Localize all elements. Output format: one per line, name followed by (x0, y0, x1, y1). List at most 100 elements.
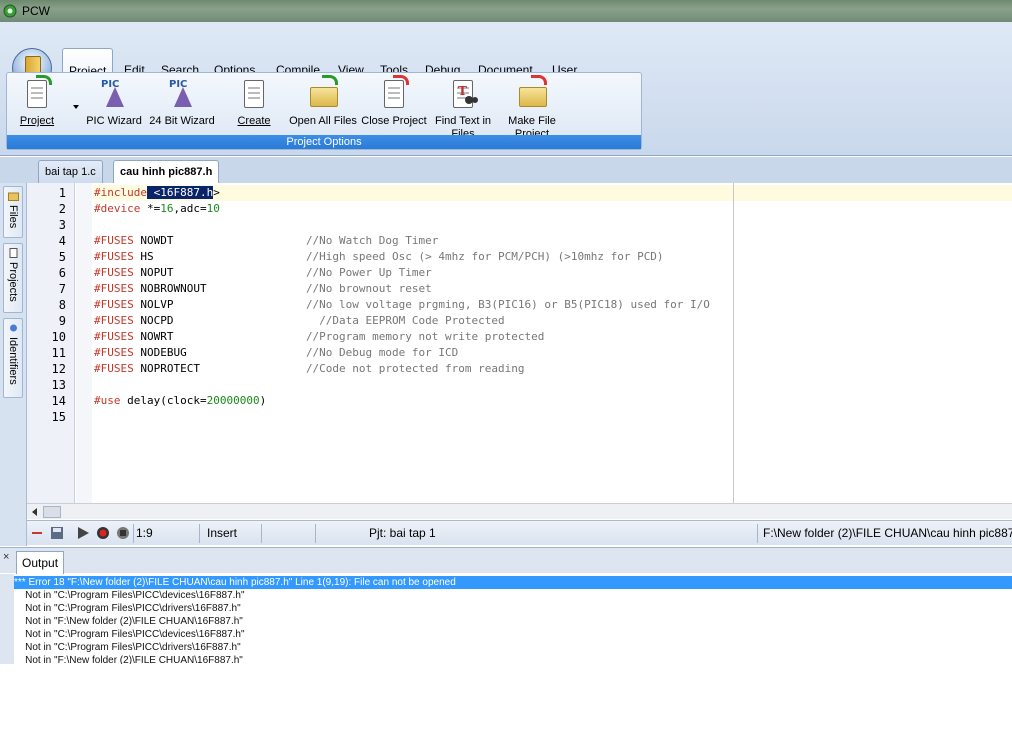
identifier-icon (10, 324, 17, 332)
output-line[interactable]: Not in "C:\Program Files\PICC\devices\16… (14, 589, 1012, 602)
tool-label: Close Project (361, 115, 427, 127)
side-tab-identifiers[interactable]: Identifiers (3, 318, 23, 398)
24-bit-wizard-button[interactable]: PIC 24 Bit Wizard (149, 77, 215, 128)
pcw-app-icon (3, 4, 17, 18)
side-tab-label: Files (7, 205, 19, 229)
code-area[interactable]: #include <16F887.h> #device *=16,adc=10 … (93, 183, 1012, 503)
output-panel-header: × Output (0, 547, 1012, 574)
line-number: 15 (51, 410, 66, 424)
line-number: 2 (58, 202, 66, 216)
line-number: 5 (58, 250, 66, 264)
make-file-project-button[interactable]: Make File Project (501, 75, 563, 141)
code-editor[interactable]: 1 2 3 4 5 6 7 8 9 10 11 12 13 14 15 #inc… (27, 183, 1012, 503)
open-all-files-button[interactable]: Open All Files (287, 75, 359, 128)
code-line-1: #include <16F887.h> (94, 186, 220, 199)
line-number: 13 (51, 378, 66, 392)
current-line-highlight (93, 185, 1012, 201)
fold-margin (76, 183, 92, 503)
file-path: F:\New folder (2)\FILE CHUAN\cau hinh pi… (763, 526, 1012, 540)
side-tab-label: Identifiers (7, 337, 19, 385)
close-project-button[interactable]: Close Project (359, 75, 429, 128)
output-error-line[interactable]: *** Error 18 "F:\New folder (2)\FILE CHU… (14, 576, 1012, 589)
code-line-12: #FUSES NOPROTECT //Code not protected fr… (94, 362, 525, 375)
output-line[interactable]: Not in "F:\New folder (2)\FILE CHUAN\16F… (14, 654, 1012, 664)
scroll-left-icon[interactable] (29, 506, 41, 518)
document-icon (9, 248, 18, 258)
edit-mode: Insert (207, 526, 238, 540)
output-panel-edge (0, 574, 14, 664)
line-number: 12 (51, 362, 66, 376)
code-line-5: #FUSES HS //High speed Osc (> 4mhz for P… (94, 250, 664, 263)
line-number: 14 (51, 394, 66, 408)
project-button[interactable]: Project (13, 75, 61, 128)
tab-bai-tap-1[interactable]: bai tap 1.c (38, 160, 103, 183)
code-line-9: #FUSES NOCPD //Data EEPROM Code Protecte… (94, 314, 505, 327)
save-icon[interactable] (49, 525, 65, 541)
tab-output[interactable]: Output (16, 551, 65, 574)
project-name: Pjt: bai tap 1 (369, 526, 436, 540)
output-line[interactable]: Not in "C:\Program Files\PICC\drivers\16… (14, 602, 1012, 615)
project-options-group: Project PIC PIC Wizard PIC 24 Bit Wizard… (6, 72, 642, 150)
close-project-icon (379, 75, 409, 111)
tool-label: Open All Files (289, 115, 357, 127)
minus-icon[interactable] (29, 525, 45, 541)
horizontal-scrollbar[interactable] (27, 503, 1012, 519)
line-number: 10 (51, 330, 66, 344)
line-number: 9 (58, 314, 66, 328)
tab-cau-hinh-pic887[interactable]: cau hinh pic887.h (113, 160, 220, 183)
code-line-7: #FUSES NOBROWNOUT //No brownout reset (94, 282, 432, 295)
output-panel[interactable]: *** Error 18 "F:\New folder (2)\FILE CHU… (14, 574, 1012, 664)
open-all-files-icon (308, 75, 338, 111)
find-text-icon: T (448, 77, 478, 111)
create-button[interactable]: Create (231, 77, 277, 128)
side-tab-label: Projects (7, 262, 19, 302)
status-separator (199, 524, 200, 543)
group-caption: Project Options (7, 135, 641, 149)
make-file-project-icon (517, 75, 547, 111)
find-text-in-files-button[interactable]: T Find Text in Files (431, 77, 495, 141)
code-line-4: #FUSES NOWDT //No Watch Dog Timer (94, 234, 439, 247)
line-number: 8 (58, 298, 66, 312)
document-tabs: bai tap 1.c cau hinh pic887.h (0, 157, 1012, 183)
tool-label: Create (237, 115, 271, 127)
code-line-8: #FUSES NOLVP //No low voltage prgming, B… (94, 298, 710, 311)
status-separator (757, 524, 758, 543)
line-number: 3 (58, 218, 66, 232)
right-margin-guide (733, 183, 734, 503)
pic-wizard-icon: PIC (99, 77, 129, 111)
folder-icon (8, 192, 19, 201)
stop-icon[interactable] (115, 525, 131, 541)
output-line[interactable]: Not in "C:\Program Files\PICC\devices\16… (14, 628, 1012, 641)
tool-label: 24 Bit Wizard (149, 115, 215, 127)
scrollbar-thumb[interactable] (43, 506, 61, 518)
record-icon[interactable] (95, 525, 111, 541)
line-number: 11 (51, 346, 66, 360)
code-line-10: #FUSES NOWRT //Program memory not write … (94, 330, 545, 343)
tool-label: Project (19, 115, 55, 127)
play-icon[interactable] (75, 525, 91, 541)
cursor-position: 1:9 (136, 526, 153, 540)
status-separator (261, 524, 262, 543)
side-tab-projects[interactable]: Projects (3, 243, 23, 313)
output-line[interactable]: Not in "C:\Program Files\PICC\drivers\16… (14, 641, 1012, 654)
title-bar: PCW (0, 0, 1012, 22)
chevron-down-icon[interactable] (73, 105, 79, 109)
code-line-14: #use delay(clock=20000000) (94, 394, 267, 407)
line-number: 6 (58, 266, 66, 280)
24-bit-wizard-icon: PIC (167, 77, 197, 111)
line-number: 1 (58, 186, 66, 200)
text-selection: <16F887.h (146, 186, 214, 199)
code-line-2: #device *=16,adc=10 (94, 202, 220, 215)
output-line[interactable]: Not in "F:\New folder (2)\FILE CHUAN\16F… (14, 615, 1012, 628)
code-line-11: #FUSES NODEBUG //No Debug mode for ICD (94, 346, 459, 359)
side-tab-files[interactable]: Files (3, 186, 23, 238)
ribbon: Project Edit Search Options Compile View… (0, 22, 1012, 156)
line-number: 4 (58, 234, 66, 248)
line-number-gutter: 1 2 3 4 5 6 7 8 9 10 11 12 13 14 15 (27, 183, 75, 503)
status-bar: 1:9 Insert Pjt: bai tap 1 F:\New folder … (27, 520, 1012, 545)
close-icon[interactable]: × (3, 551, 9, 563)
side-panel: Files Projects Identifiers (0, 183, 27, 546)
project-icon (22, 75, 52, 111)
svg-text:T: T (458, 84, 467, 98)
pic-wizard-button[interactable]: PIC PIC Wizard (85, 77, 143, 128)
